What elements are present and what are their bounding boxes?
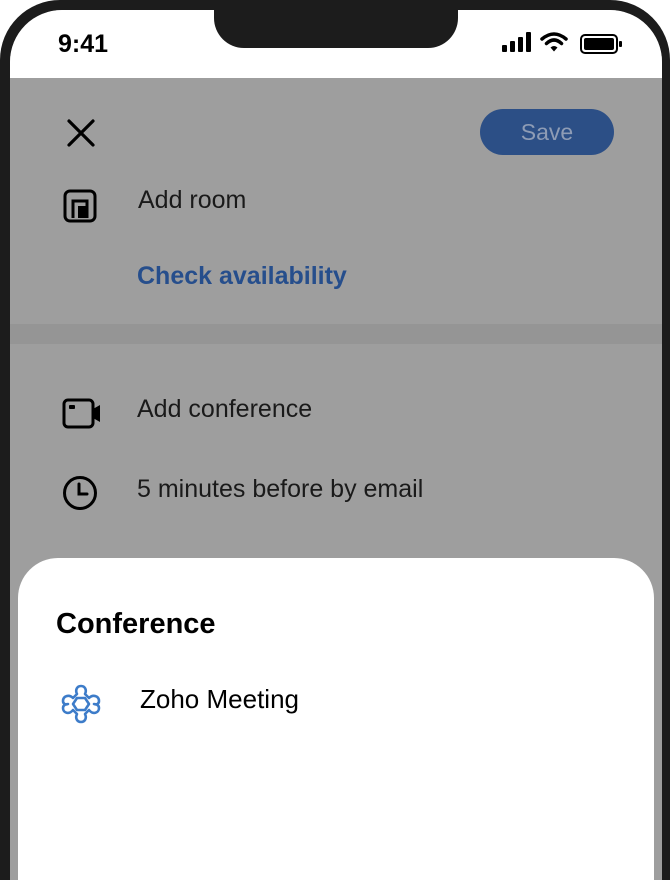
add-room-label[interactable]: Add room: [138, 186, 246, 215]
sheet-title: Conference: [56, 608, 216, 640]
zoho-meeting-icon: [61, 684, 101, 724]
notch: [214, 10, 458, 48]
battery-icon: [580, 34, 622, 54]
screen: 9:41 Save Add room Check availability Ad…: [10, 10, 662, 880]
check-availability-link[interactable]: Check availability: [137, 262, 347, 291]
phone-frame: 9:41 Save Add room Check availability Ad…: [0, 0, 670, 880]
reminder-label[interactable]: 5 minutes before by email: [137, 475, 423, 504]
close-icon[interactable]: [66, 118, 96, 148]
wifi-icon: [540, 32, 568, 52]
section-divider: [10, 324, 662, 344]
status-bar: 9:41: [10, 10, 662, 78]
conference-sheet: Conference Zoho Meeting: [18, 558, 654, 880]
video-camera-icon: [62, 398, 100, 429]
room-icon: [63, 189, 97, 223]
sheet-option-zoho-meeting[interactable]: Zoho Meeting: [48, 672, 608, 732]
add-conference-label[interactable]: Add conference: [137, 395, 312, 424]
status-time: 9:41: [58, 30, 109, 58]
cellular-signal-icon: [502, 32, 531, 52]
save-button[interactable]: Save: [480, 109, 614, 155]
clock-icon: [63, 476, 97, 510]
zoho-meeting-label: Zoho Meeting: [140, 684, 299, 714]
